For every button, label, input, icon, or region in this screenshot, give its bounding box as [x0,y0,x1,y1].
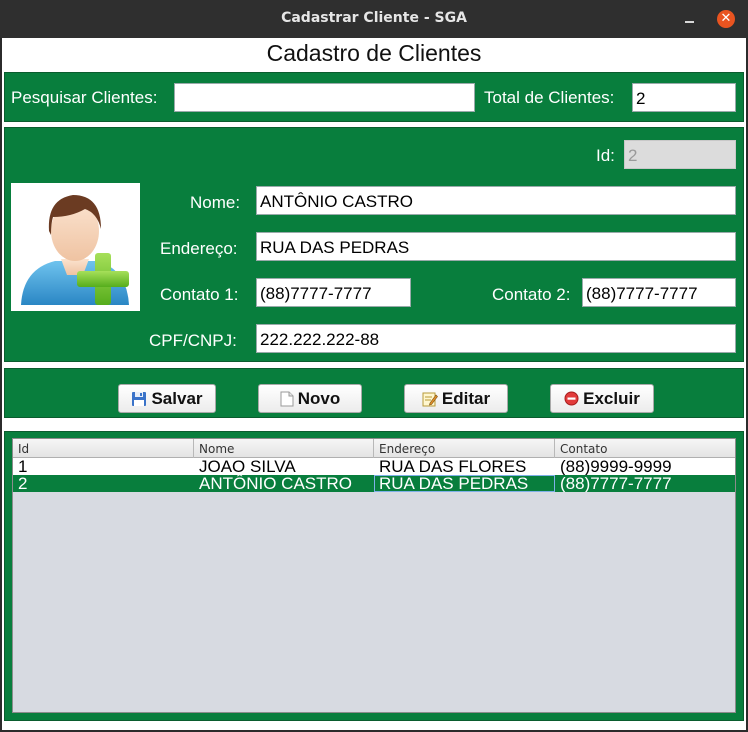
nome-field[interactable]: ANTÔNIO CASTRO [256,186,736,215]
contato2-field[interactable]: (88)7777-7777 [582,278,736,307]
excluir-label: Excluir [583,388,640,408]
add-user-icon [11,183,140,311]
title-bar: Cadastrar Cliente - SGA ✕ [0,0,748,38]
cell-endereco: RUA DAS PEDRAS [374,475,555,492]
clients-table[interactable]: Id Nome Endereço Contato 1 JOAO SILVA RU… [12,438,736,713]
novo-button[interactable]: Novo [258,384,362,413]
blank-page-icon [280,391,294,406]
floppy-disk-icon [132,391,147,406]
endereco-label: Endereço: [160,239,238,258]
table-row-selected[interactable]: 2 ANTÔNIO CASTRO RUA DAS PEDRAS (88)7777… [13,475,735,492]
delete-circle-icon [564,391,579,406]
column-header-nome[interactable]: Nome [194,439,374,458]
search-panel: Pesquisar Clientes: Total de Clientes: 2 [4,72,744,122]
excluir-button[interactable]: Excluir [550,384,654,413]
total-clients-field[interactable]: 2 [632,83,736,112]
contato1-label: Contato 1: [160,285,239,304]
id-field: 2 [624,140,736,169]
search-input[interactable] [174,83,475,112]
window-title: Cadastrar Cliente - SGA [281,10,467,26]
clients-table-panel: Id Nome Endereço Contato 1 JOAO SILVA RU… [4,431,744,721]
cell-nome: ANTÔNIO CASTRO [199,475,353,492]
endereco-field[interactable]: RUA DAS PEDRAS [256,232,736,261]
client-form-panel: Id: 2 Nome: ANTÔNIO CASTRO Endereço: RUA… [4,127,744,362]
cpf-field[interactable]: 222.222.222-88 [256,324,736,353]
salvar-button[interactable]: Salvar [118,384,216,413]
editar-label: Editar [441,388,491,408]
cell-endereco: RUA DAS FLORES [379,458,527,475]
cell-contato: (88)7777-7777 [560,475,672,492]
salvar-label: Salvar [151,388,203,408]
contato2-label: Contato 2: [492,285,571,304]
close-button[interactable]: ✕ [717,10,735,28]
table-row[interactable]: 1 JOAO SILVA RUA DAS FLORES (88)9999-999… [13,458,735,475]
cell-id: 1 [18,458,28,475]
actions-panel: Salvar Novo Editar Excluir [4,368,744,418]
table-header: Id Nome Endereço Contato [13,439,735,458]
column-header-id[interactable]: Id [13,439,194,458]
novo-label: Novo [297,388,341,408]
client-form-window: Cadastro de Clientes Pesquisar Clientes:… [2,38,746,730]
cpf-label: CPF/CNPJ: [149,331,237,350]
cell-nome: JOAO SILVA [199,458,296,475]
total-clients-label: Total de Clientes: [484,88,615,107]
cell-id: 2 [18,475,28,492]
search-label: Pesquisar Clientes: [11,88,158,107]
column-header-endereco[interactable]: Endereço [374,439,555,458]
column-header-contato[interactable]: Contato [555,439,735,458]
edit-note-icon [422,392,438,406]
minimize-button[interactable] [681,10,699,28]
nome-label: Nome: [190,193,241,212]
id-label: Id: [596,146,615,165]
editar-button[interactable]: Editar [404,384,508,413]
page-title: Cadastro de Clientes [266,40,482,66]
contato1-field[interactable]: (88)7777-7777 [256,278,411,307]
cell-contato: (88)9999-9999 [560,458,672,475]
